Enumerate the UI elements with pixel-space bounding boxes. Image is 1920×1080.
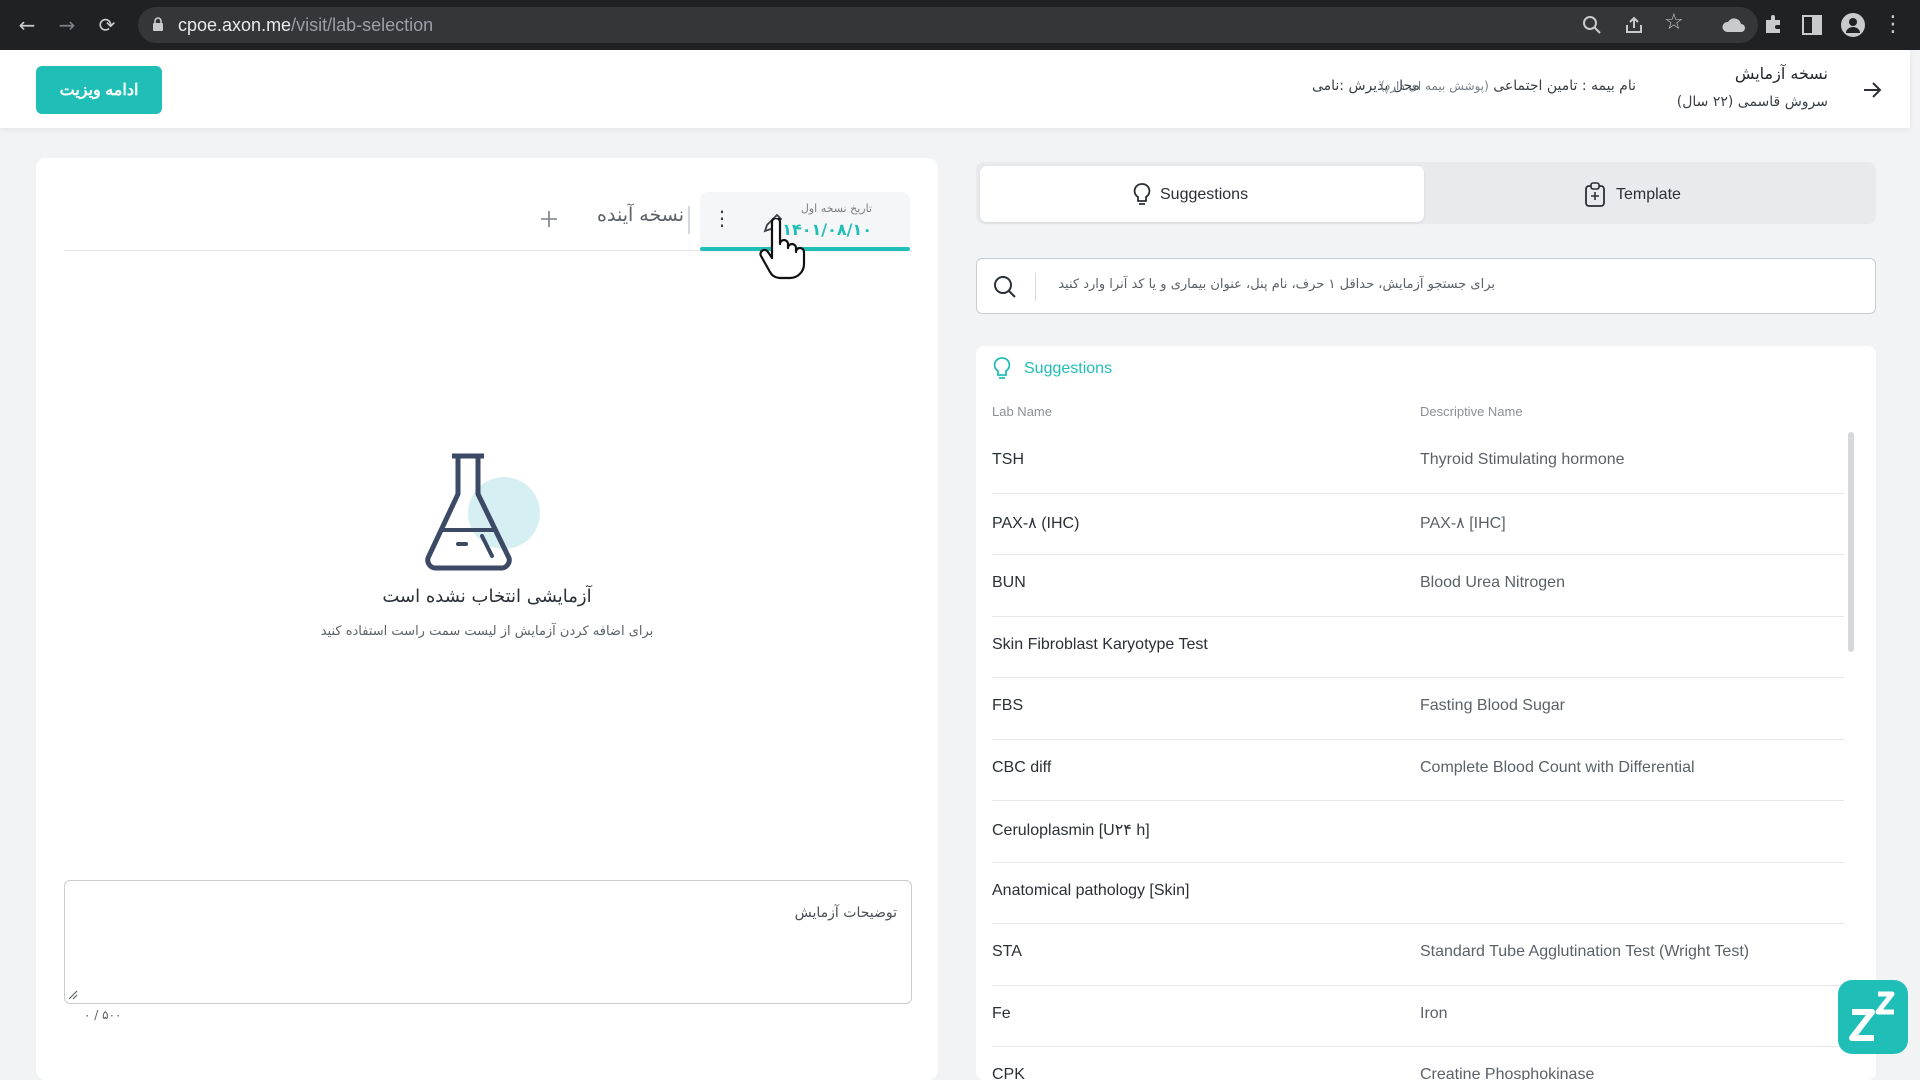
prescription-panel: تاریخ نسخه اول ۱۴۰۱/۰۸/۱۰ ⋮ نسخه آینده آ…	[36, 158, 938, 1080]
tab-next-prescription[interactable]: نسخه آینده	[538, 204, 684, 236]
table-row[interactable]: PAX-۸ (IHC) PAX-۸ [IHC]	[992, 494, 1844, 555]
floating-help-button[interactable]	[1838, 980, 1908, 1054]
flask-icon	[425, 453, 540, 571]
lab-name: PAX-۸ (IHC)	[992, 514, 1080, 532]
url-host: cpoe.axon.me	[178, 15, 292, 35]
lock-icon	[153, 17, 163, 31]
empty-state-subtitle: برای اضافه کردن آزمایش از لیست سمت راست …	[320, 624, 654, 639]
lab-name: STA	[992, 943, 1022, 960]
table-row[interactable]: CPK Creatine Phosphokinase	[992, 1047, 1844, 1080]
descriptive-name: PAX-۸ [IHC]	[1420, 514, 1506, 532]
address-bar[interactable]: cpoe.axon.me/visit/lab-selection ☆	[138, 7, 1758, 43]
table-row[interactable]: Ceruloplasmin [U۲۴ h]	[992, 801, 1844, 863]
list-scrollbar[interactable]	[1848, 432, 1854, 652]
back-arrow-icon[interactable]	[1860, 78, 1884, 102]
menu-kebab-icon[interactable]: ⋮	[1878, 10, 1908, 40]
lab-selection-panel: Suggestions Template برای جستجو آزمایش، …	[976, 158, 1876, 1080]
insurance-info: نام بیمه : تامین اجتماعی (پوشش بیمه ای د…	[1380, 78, 1636, 94]
lab-name: BUN	[992, 574, 1026, 591]
table-row[interactable]: BUN Blood Urea Nitrogen	[992, 555, 1844, 617]
clipboard-icon	[1585, 182, 1605, 207]
reload-icon[interactable]: ⟳	[92, 10, 122, 40]
descriptive-name: Blood Urea Nitrogen	[1420, 574, 1565, 591]
descriptive-name: Creatine Phosphokinase	[1420, 1066, 1595, 1080]
zoom-icon[interactable]	[1582, 15, 1602, 35]
tab-separator	[688, 206, 690, 234]
forward-icon[interactable]: →	[52, 10, 82, 40]
suggestions-title: Suggestions	[1024, 360, 1113, 377]
column-header-descriptive-name: Descriptive Name	[1420, 404, 1523, 419]
browser-toolbar: ← → ⟳ cpoe.axon.me/visit/lab-selection ☆…	[0, 0, 1920, 50]
url-text: cpoe.axon.me/visit/lab-selection	[178, 7, 433, 43]
tab-options-icon[interactable]: ⋮	[712, 206, 732, 230]
view-toggle: Suggestions Template	[976, 162, 1876, 224]
descriptive-name: Thyroid Stimulating hormone	[1420, 451, 1625, 468]
bookmark-star-icon[interactable]: ☆	[1664, 10, 1684, 35]
lab-name: TSH	[992, 451, 1024, 468]
empty-state-title: آزمایشی انتخاب نشده است	[382, 586, 592, 607]
lab-search-input[interactable]: برای جستجو آزمایش، حداقل ۱ حرف، نام پنل،…	[976, 258, 1876, 314]
share-icon[interactable]	[1624, 15, 1644, 35]
notes-placeholder: توضیحات آزمایش	[794, 905, 897, 921]
continue-visit-button[interactable]: ادامه ویزیت	[36, 66, 162, 114]
page-title: نسخه آزمایش	[1734, 64, 1828, 83]
hand-cursor-icon	[759, 218, 806, 280]
lab-name: Anatomical pathology [Skin]	[992, 881, 1190, 899]
search-placeholder: برای جستجو آزمایش، حداقل ۱ حرف، نام پنل،…	[1058, 277, 1495, 292]
table-row[interactable]: CBC diff Complete Blood Count with Differ…	[992, 740, 1844, 801]
lab-name: FBS	[992, 697, 1024, 714]
suggestions-rows: TSH Thyroid Stimulating hormone PAX-۸ (IH…	[992, 432, 1844, 1080]
descriptive-name: Iron	[1420, 1004, 1448, 1022]
sleep-z-icon	[1849, 991, 1895, 1041]
table-row[interactable]: Anatomical pathology [Skin]	[992, 863, 1844, 924]
profile-avatar-icon[interactable]	[1840, 12, 1866, 38]
search-divider	[1035, 273, 1036, 301]
column-header-lab-name: Lab Name	[992, 404, 1052, 419]
table-row[interactable]: STA Standard Tube Agglutination Test (Wri…	[992, 924, 1844, 986]
side-panel-icon[interactable]	[1802, 14, 1822, 36]
url-path: /visit/lab-selection	[291, 15, 434, 35]
resize-handle-icon[interactable]	[67, 989, 79, 1001]
extension-cloud-icon[interactable]	[1722, 14, 1746, 36]
table-row[interactable]: TSH Thyroid Stimulating hormone	[992, 432, 1844, 494]
descriptive-name: Standard Tube Agglutination Test (Wright…	[1420, 943, 1750, 960]
insurance-name: نام بیمه : تامین اجتماعی	[1493, 78, 1636, 94]
tab-suggestions[interactable]: Suggestions	[980, 166, 1424, 222]
extensions-puzzle-icon[interactable]	[1762, 14, 1784, 36]
lab-notes-textarea[interactable]: توضیحات آزمایش	[64, 880, 912, 1004]
lab-name: Ceruloplasmin [U۲۴ h]	[992, 822, 1150, 839]
lab-name: Skin Fibroblast Karyotype Test	[992, 635, 1208, 653]
table-row[interactable]: Skin Fibroblast Karyotype Test	[992, 617, 1844, 678]
tab-template-label: Template	[1616, 186, 1681, 203]
lab-name: Fe	[992, 1004, 1011, 1022]
table-row[interactable]: Fe Iron	[992, 986, 1844, 1047]
tab-date-label: تاریخ نسخه اول	[800, 202, 872, 215]
tab-next-label: نسخه آینده	[597, 204, 684, 226]
lab-name: CBC diff	[992, 758, 1052, 776]
tab-template[interactable]: Template	[1428, 166, 1872, 222]
descriptive-name: Fasting Blood Sugar	[1420, 697, 1565, 714]
insurance-note: (پوشش بیمه ای دارد)	[1380, 79, 1489, 93]
table-row[interactable]: FBS Fasting Blood Sugar	[992, 678, 1844, 740]
tab-suggestions-label: Suggestions	[1160, 186, 1249, 203]
lightbulb-accent-icon	[993, 357, 1011, 379]
visit-header: ادامه ویزیت محل پذیرش :نامی نام بیمه : ت…	[0, 50, 1910, 128]
descriptive-name: Complete Blood Count with Differential	[1420, 758, 1695, 776]
suggestions-list: Suggestions Lab Name Descriptive Name TS…	[976, 346, 1876, 1080]
plus-icon	[541, 211, 557, 227]
lightbulb-icon	[1133, 183, 1151, 205]
lab-name: CPK	[992, 1066, 1025, 1080]
patient-name: سروش قاسمی (۲۲ سال)	[1676, 94, 1828, 110]
back-icon[interactable]: ←	[12, 10, 42, 40]
search-icon	[994, 276, 1016, 298]
character-counter: ۰ / ۵۰۰	[84, 1008, 122, 1022]
